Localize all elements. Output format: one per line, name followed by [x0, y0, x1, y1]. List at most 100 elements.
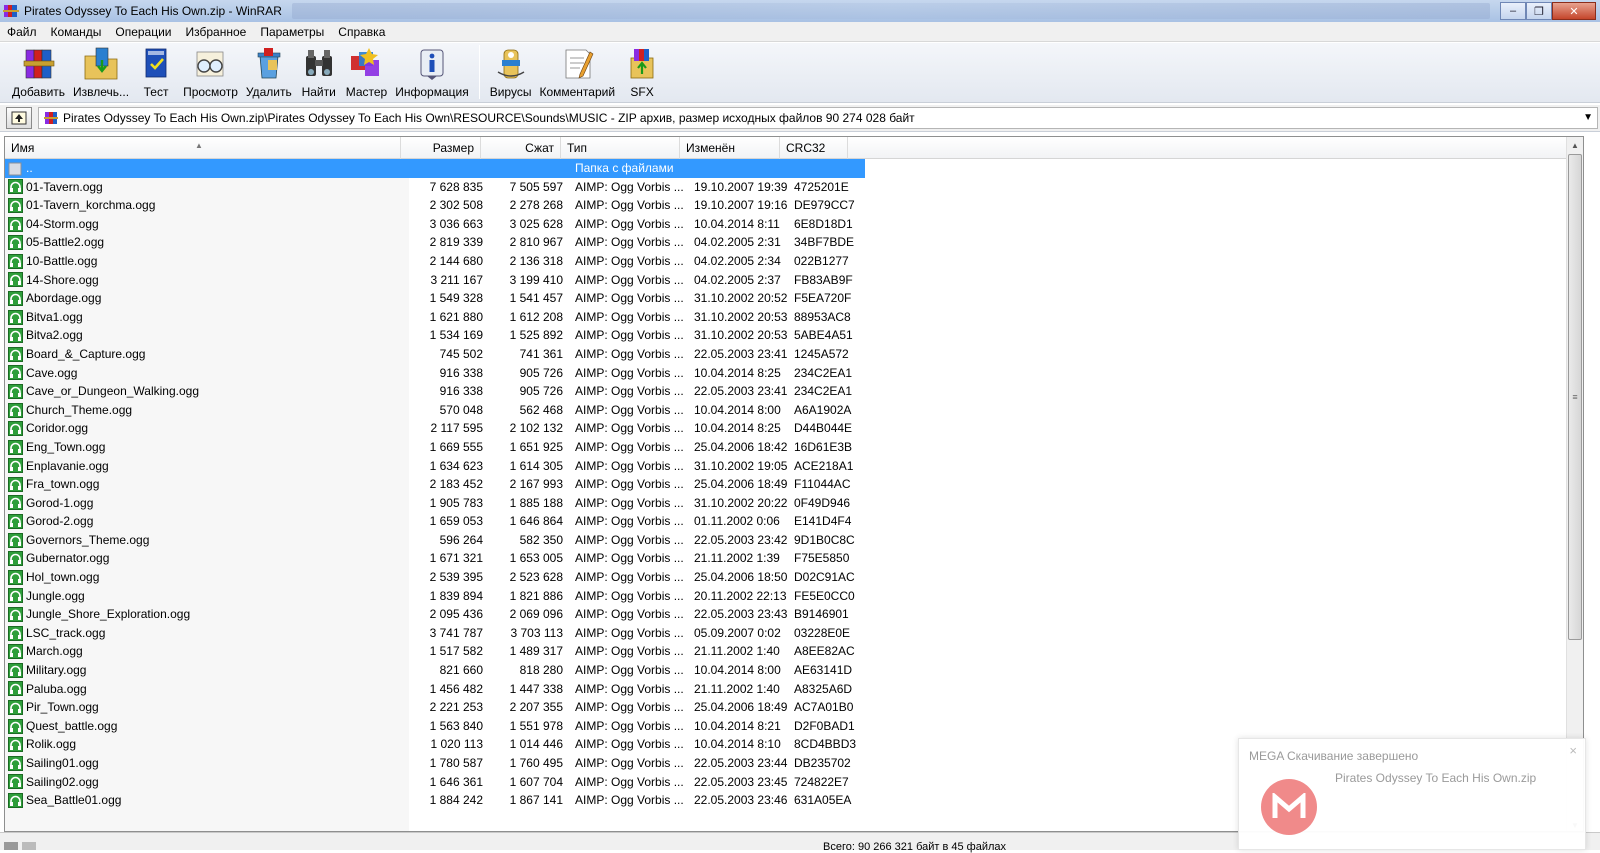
file-name: Eng_Town.ogg [26, 439, 106, 454]
up-folder-button[interactable] [6, 107, 32, 129]
notification-close-icon[interactable]: × [1569, 743, 1577, 758]
table-row[interactable]: Bitva1.ogg 1 621 880 1 612 208 AIMP: Ogg Vo… [5, 308, 865, 327]
table-row[interactable]: Jungle.ogg 1 839 894 1 821 886 AIMP: Ogg Vo… [5, 587, 865, 606]
path-dropdown-icon[interactable]: ▼ [1583, 112, 1593, 123]
parent-folder-row[interactable]: .. Папка с файлами [5, 159, 865, 178]
mega-notification[interactable]: MEGA Скачивание завершено × Pirates Odys… [1238, 738, 1586, 850]
virus-scan-button[interactable]: Вирусы [486, 43, 536, 101]
sfx-button[interactable]: SFX [619, 43, 665, 101]
menu-favorites[interactable]: Избранное [179, 22, 254, 42]
col-modified[interactable]: Изменён [680, 137, 780, 159]
wizard-button[interactable]: Мастер [342, 43, 392, 101]
books-add-icon [23, 49, 54, 79]
file-size: 1 563 840 [429, 718, 483, 733]
table-row[interactable]: Abordage.ogg 1 549 328 1 541 457 AIMP: Ogg … [5, 289, 865, 308]
file-packed: 1 607 704 [509, 774, 563, 789]
file-crc: 234C2EA1 [794, 384, 853, 399]
table-row[interactable]: Cave_or_Dungeon_Walking.ogg 916 338 905 72… [5, 382, 865, 401]
ogg-file-icon [8, 458, 23, 474]
test-button[interactable]: Тест [133, 43, 179, 101]
menu-help[interactable]: Справка [331, 22, 392, 42]
table-row[interactable]: Rolik.ogg 1 020 113 1 014 446 AIMP: Ogg Vor… [5, 735, 865, 754]
menu-options[interactable]: Параметры [253, 22, 331, 42]
file-size: 1 020 113 [430, 737, 484, 752]
table-row[interactable]: Fra_town.ogg 2 183 452 2 167 993 AIMP: Ogg … [5, 475, 865, 494]
file-crc: A8EE82AC [794, 644, 855, 659]
table-row[interactable]: Military.ogg 821 660 818 280 AIMP: Ogg Vorb… [5, 661, 865, 680]
table-row[interactable]: Jungle_Shore_Exploration.ogg 2 095 436 2 0… [5, 605, 865, 624]
file-packed: 1 541 457 [509, 291, 563, 306]
table-row[interactable]: Governors_Theme.ogg 596 264 582 350 AIMP: O… [5, 531, 865, 550]
file-modified: 04.02.2005 2:37 [694, 272, 781, 287]
table-row[interactable]: Eng_Town.ogg 1 669 555 1 651 925 AIMP: Ogg … [5, 438, 865, 457]
file-name-cell: 10-Battle.ogg [5, 252, 409, 271]
table-row[interactable]: Quest_battle.ogg 1 563 840 1 551 978 AIMP: … [5, 717, 865, 736]
file-crc: 4725201E [794, 179, 849, 194]
table-row[interactable]: 05-Battle2.ogg 2 819 339 2 810 967 AIMP: Og… [5, 233, 865, 252]
info-button[interactable]: Информация [391, 43, 472, 101]
table-row[interactable]: Board_&_Capture.ogg 745 502 741 361 AIMP: O… [5, 345, 865, 364]
file-crc: AC7A01B0 [794, 700, 854, 715]
col-type[interactable]: Тип [561, 137, 680, 159]
scroll-up-arrow-icon[interactable]: ▲ [1567, 137, 1583, 153]
table-row[interactable]: 01-Tavern_korchma.ogg 2 302 508 2 278 268 A… [5, 196, 865, 215]
add-button[interactable]: Добавить [8, 43, 69, 101]
find-button[interactable]: Найти [296, 43, 342, 101]
file-modified: 05.09.2007 0:02 [694, 625, 781, 640]
window-title: Pirates Odyssey To Each His Own.zip - Wi… [24, 4, 282, 18]
table-row[interactable]: Enplavanie.ogg 1 634 623 1 614 305 AIMP: Og… [5, 457, 865, 476]
view-glasses-icon [197, 51, 224, 77]
close-button[interactable]: ✕ [1552, 2, 1596, 20]
file-size: 1 534 169 [429, 328, 483, 343]
table-row[interactable]: 14-Shore.ogg 3 211 167 3 199 410 AIMP: Ogg … [5, 271, 865, 290]
table-row[interactable]: Gorod-2.ogg 1 659 053 1 646 864 AIMP: Ogg V… [5, 512, 865, 531]
table-row[interactable]: March.ogg 1 517 582 1 489 317 AIMP: Ogg Vor… [5, 642, 865, 661]
table-row[interactable]: Sea_Battle01.ogg 1 884 242 1 867 141 AIMP: … [5, 791, 865, 810]
file-packed: 1 614 305 [509, 458, 563, 473]
file-modified: 25.04.2006 18:50 [694, 570, 788, 585]
menu-file[interactable]: Файл [0, 22, 44, 42]
table-row[interactable]: Cave.ogg 916 338 905 726 AIMP: Ogg Vorbis .… [5, 364, 865, 383]
file-type: AIMP: Ogg Vorbis ... [575, 551, 684, 566]
maximize-button[interactable]: ❐ [1526, 2, 1552, 20]
file-size: 2 819 339 [429, 235, 483, 250]
ogg-file-icon [8, 718, 23, 734]
file-crc: F5EA720F [794, 291, 852, 306]
table-row[interactable]: 04-Storm.ogg 3 036 663 3 025 628 AIMP: Ogg … [5, 215, 865, 234]
table-row[interactable]: Sailing01.ogg 1 780 587 1 760 495 AIMP: Ogg… [5, 754, 865, 773]
file-size: 1 669 555 [429, 439, 483, 454]
delete-button[interactable]: Удалить [242, 43, 296, 101]
comment-button[interactable]: Комментарий [535, 43, 619, 101]
table-row[interactable]: Gorod-1.ogg 1 905 783 1 885 188 AIMP: Ogg V… [5, 494, 865, 513]
table-row[interactable]: Church_Theme.ogg 570 048 562 468 AIMP: Ogg … [5, 401, 865, 420]
vertical-scrollbar[interactable]: ▲ ≡ ▼ [1566, 137, 1583, 831]
file-crc: FB83AB9F [794, 272, 853, 287]
table-row[interactable]: Sailing02.ogg 1 646 361 1 607 704 AIMP: Ogg… [5, 773, 865, 792]
extract-button[interactable]: Извлечь... [69, 43, 133, 101]
menu-operations[interactable]: Операции [108, 22, 178, 42]
col-name[interactable]: Имя ▲ [5, 137, 401, 159]
table-row[interactable]: 10-Battle.ogg 2 144 680 2 136 318 AIMP: Ogg… [5, 252, 865, 271]
file-type: AIMP: Ogg Vorbis ... [575, 737, 684, 752]
col-crc[interactable]: CRC32 [780, 137, 848, 159]
file-name: Pir_Town.ogg [26, 700, 99, 715]
table-row[interactable]: Coridor.ogg 2 117 595 2 102 132 AIMP: Ogg V… [5, 419, 865, 438]
file-packed: 1 525 892 [509, 328, 563, 343]
file-packed: 1 651 925 [509, 439, 563, 454]
table-row[interactable]: 01-Tavern.ogg 7 628 835 7 505 597 AIMP: Ogg… [5, 178, 865, 197]
table-row[interactable]: Gubernator.ogg 1 671 321 1 653 005 AIMP: Og… [5, 549, 865, 568]
path-field[interactable]: Pirates Odyssey To Each His Own.zip\Pira… [38, 107, 1598, 129]
table-row[interactable]: Pir_Town.ogg 2 221 253 2 207 355 AIMP: Ogg … [5, 698, 865, 717]
table-row[interactable]: Bitva2.ogg 1 534 169 1 525 892 AIMP: Ogg Vo… [5, 326, 865, 345]
col-size[interactable]: Размер [401, 137, 481, 159]
file-packed: 1 612 208 [509, 309, 563, 324]
table-row[interactable]: Paluba.ogg 1 456 482 1 447 338 AIMP: Ogg Vo… [5, 680, 865, 699]
menu-commands[interactable]: Команды [44, 22, 109, 42]
virus-scan-icon [497, 49, 524, 79]
col-packed[interactable]: Сжат [481, 137, 561, 159]
table-row[interactable]: LSC_track.ogg 3 741 787 3 703 113 AIMP: Ogg… [5, 624, 865, 643]
minimize-button[interactable]: – [1500, 2, 1526, 20]
table-row[interactable]: Hol_town.ogg 2 539 395 2 523 628 AIMP: Ogg … [5, 568, 865, 587]
scrollbar-thumb[interactable]: ≡ [1568, 154, 1582, 640]
view-button[interactable]: Просмотр [179, 43, 242, 101]
